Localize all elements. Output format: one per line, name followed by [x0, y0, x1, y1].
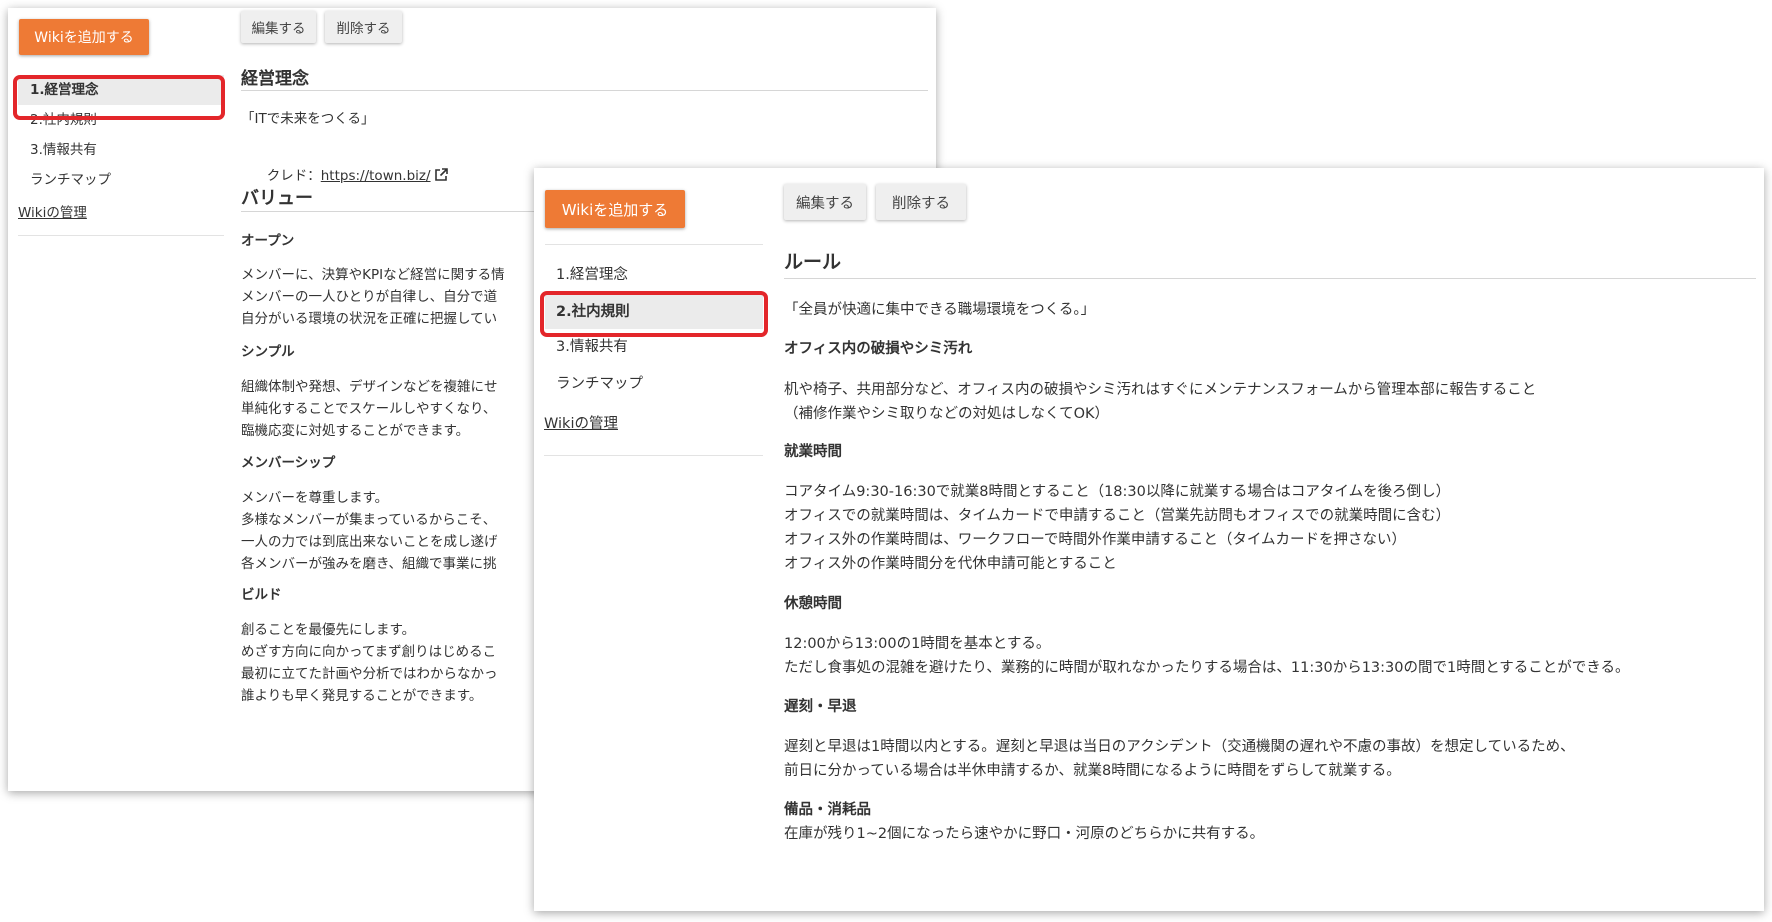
- sidebar-divider: [545, 244, 763, 245]
- wiki-manage-link[interactable]: Wikiの管理: [18, 201, 87, 221]
- selected-item-highlight: [13, 75, 225, 120]
- motto-text: 「ITで未来をつくる」: [241, 111, 375, 127]
- section-line: コアタイム9:30-16:30で就業8時間とすること（18:30以降に就業する場…: [784, 484, 1451, 500]
- section-line: 創ることを最優先にします。: [241, 622, 416, 638]
- section-line: 多様なメンバーが集まっているからこそ、: [241, 512, 497, 528]
- section-line: 誰よりも早く発見することができます。: [241, 688, 483, 704]
- title-divider: [784, 278, 1756, 279]
- section-line: 自分がいる環境の状況を正確に把握してい: [241, 311, 498, 327]
- title-divider: [241, 90, 928, 91]
- section-heading: シンプル: [241, 344, 295, 360]
- section-line: メンバーを尊重します。: [241, 490, 389, 506]
- section-line: 最初に立てた計画や分析ではわからなかっ: [241, 666, 498, 682]
- section-line: ただし食事処の混雑を避けたり、業務的に時間が取れなかったりする場合は、11:30…: [784, 660, 1630, 676]
- add-wiki-button[interactable]: Wikiを追加する: [19, 19, 149, 55]
- section-line: 在庫が残り1~2個になったら速やかに野口・河原のどちらかに共有する。: [784, 826, 1265, 842]
- page-title: 経営理念: [241, 69, 309, 89]
- delete-button[interactable]: 削除する: [325, 11, 402, 43]
- sidebar-item-info-sharing[interactable]: 3.情報共有: [18, 135, 224, 165]
- section-heading: 就業時間: [784, 444, 842, 460]
- credit-link[interactable]: https://town.biz/: [321, 168, 431, 184]
- wiki-content: 編集する 削除する ルール 「全員が快適に集中できる職場環境をつくる。」 オフィ…: [784, 168, 1764, 911]
- section-line: （補修作業やシミ取りなどの対処はしなくてOK）: [784, 406, 1109, 422]
- edit-button[interactable]: 編集する: [784, 184, 866, 220]
- section-heading: 休憩時間: [784, 596, 842, 612]
- external-link-icon[interactable]: [434, 167, 448, 189]
- section-line: メンバーの一人ひとりが自律し、自分で道: [241, 289, 498, 305]
- section-heading: ビルド: [241, 587, 282, 603]
- wiki-sidebar: Wikiを追加する 1.経営理念 2.社内規則 3.情報共有 ランチマップ Wi…: [8, 8, 224, 791]
- section-line: オフィスでの就業時間は、タイムカードで申請すること（営業先訪問もオフィスでの就業…: [784, 508, 1451, 524]
- sidebar-item-management-philosophy[interactable]: 1.経営理念: [545, 258, 763, 292]
- wiki-sidebar: Wikiを追加する 1.経営理念 2.社内規則 3.情報共有 ランチマップ Wi…: [534, 168, 763, 911]
- sidebar-divider: [18, 235, 224, 236]
- section-heading: 遅刻・早退: [784, 699, 857, 715]
- section-heading: オープン: [241, 233, 295, 249]
- section-line: 組織体制や発想、デザインなどを複雑にせ: [241, 379, 498, 395]
- selected-item-highlight: [540, 291, 768, 337]
- section-line: 一人の力では到底出来ないことを成し遂げ: [241, 534, 498, 550]
- delete-button[interactable]: 削除する: [876, 184, 966, 220]
- section-line: 12:00から13:00の1時間を基本とする。: [784, 636, 1051, 652]
- section-line: 遅刻と早退は1時間以内とする。遅刻と早退は当日のアクシデント（交通機関の遅れや不…: [784, 739, 1575, 755]
- section-line: 前日に分かっている場合は半休申請するか、就業8時間になるように時間をずらして就業…: [784, 763, 1401, 779]
- credit-label: クレド：: [266, 168, 321, 184]
- section-line: 単純化することでスケールしやすくなり、: [241, 401, 497, 417]
- add-wiki-button[interactable]: Wikiを追加する: [545, 190, 685, 228]
- sidebar-item-lunch-map[interactable]: ランチマップ: [545, 367, 763, 401]
- section-heading: メンバーシップ: [241, 455, 336, 471]
- edit-button[interactable]: 編集する: [241, 11, 316, 43]
- section-line: メンバーに、決算やKPIなど経営に関する情: [241, 267, 505, 283]
- intro-text: 「全員が快適に集中できる職場環境をつくる。」: [784, 302, 1096, 318]
- section-heading: 備品・消耗品: [784, 802, 871, 818]
- section-line: オフィス外の作業時間分を代休申請可能とすること: [784, 556, 1117, 572]
- section-line: めざす方向に向かってまず創りはじめるこ: [241, 644, 497, 660]
- section-heading: オフィス内の破損やシミ汚れ: [784, 341, 973, 357]
- section-line: オフィス外の作業時間は、ワークフローで時間外作業申請すること（タイムカードを押さ…: [784, 532, 1407, 548]
- sidebar-item-lunch-map[interactable]: ランチマップ: [18, 165, 224, 195]
- section-line: 各メンバーが強みを磨き、組織で事業に挑: [241, 556, 497, 572]
- section-line: 臨機応変に対処することができます。: [241, 423, 470, 439]
- wiki-manage-link[interactable]: Wikiの管理: [544, 412, 618, 433]
- sidebar-divider: [544, 455, 763, 456]
- front-wiki-window: Wikiを追加する 1.経営理念 2.社内規則 3.情報共有 ランチマップ Wi…: [534, 168, 1764, 911]
- page-title: ルール: [784, 251, 842, 273]
- values-heading: バリュー: [241, 188, 313, 209]
- section-line: 机や椅子、共用部分など、オフィス内の破損やシミ汚れはすぐにメンテナンスフォームか…: [784, 382, 1537, 398]
